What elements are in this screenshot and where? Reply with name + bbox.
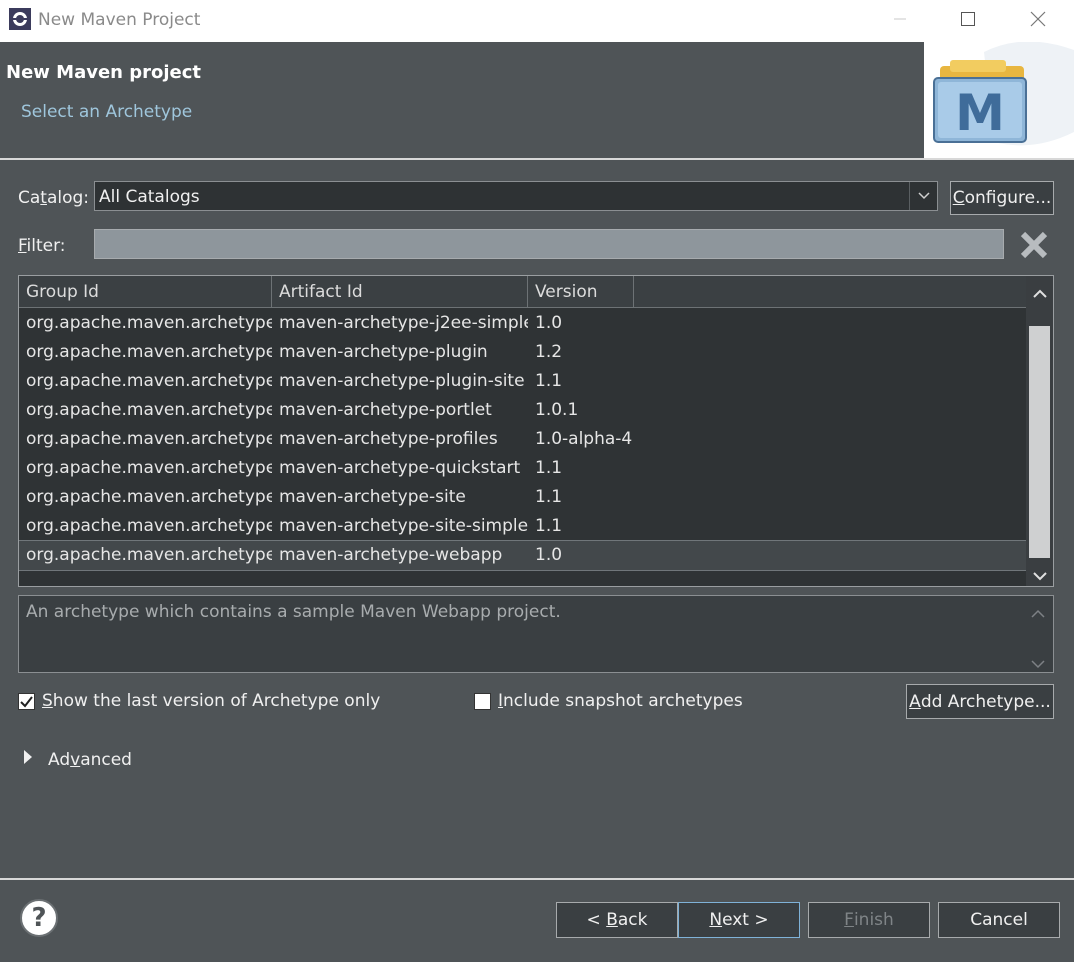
cell-group: org.apache.maven.archetypes (26, 516, 272, 536)
column-header-artifact-id[interactable]: Artifact Id (272, 276, 528, 307)
advanced-toggle[interactable]: Advanced (22, 748, 132, 771)
next-button[interactable]: Next > (678, 902, 800, 938)
snapshot-checkbox[interactable] (474, 692, 491, 710)
table-row[interactable]: org.apache.maven.archetypes maven-archety… (19, 338, 1026, 367)
scrollbar-thumb[interactable] (1029, 326, 1050, 558)
last-version-checkbox[interactable] (18, 692, 35, 710)
cancel-button[interactable]: Cancel (938, 902, 1060, 938)
minimize-icon (892, 11, 908, 32)
back-button[interactable]: < Back (556, 902, 678, 938)
cell-group: org.apache.maven.archetypes (26, 400, 272, 420)
window-title: New Maven Project (38, 10, 201, 30)
close-icon (1029, 10, 1047, 33)
column-header-version[interactable]: Version (528, 276, 634, 307)
cell-artifact: maven-archetype-portlet (279, 400, 492, 420)
chevron-down-icon[interactable] (909, 182, 937, 210)
scroll-down-icon[interactable] (1033, 566, 1047, 586)
scroll-up-icon[interactable] (1033, 284, 1047, 304)
cell-artifact: maven-archetype-quickstart (279, 458, 521, 478)
catalog-label: Catalog: (18, 188, 90, 208)
cell-version: 1.0.1 (535, 400, 579, 420)
cell-version: 1.2 (535, 342, 563, 362)
table-header: Group Id Artifact Id Version (19, 276, 1026, 308)
add-archetype-button[interactable]: Add Archetype... (906, 684, 1054, 719)
table-row[interactable]: org.apache.maven.archetypes maven-archety… (19, 309, 1026, 338)
cell-version: 1.0 (535, 313, 563, 333)
advanced-label: Advanced (48, 749, 132, 770)
minimize-button[interactable] (870, 0, 930, 42)
caret-right-icon (22, 748, 34, 771)
table-row[interactable]: org.apache.maven.archetypes maven-archety… (19, 454, 1026, 483)
close-window-button[interactable] (1008, 0, 1068, 42)
scroll-down-icon[interactable] (1031, 654, 1045, 674)
wizard-title: New Maven project (6, 62, 202, 83)
table-scrollbar[interactable] (1026, 276, 1053, 586)
cell-artifact: maven-archetype-j2ee-simple (279, 313, 528, 333)
banner-separator (0, 158, 1074, 160)
last-version-option[interactable]: Show the last version of Archetype only (18, 691, 380, 711)
table-row[interactable]: org.apache.maven.archetypes maven-archety… (19, 540, 1027, 571)
archetype-table[interactable]: Group Id Artifact Id Version org.apache.… (18, 275, 1054, 587)
cell-version: 1.1 (535, 516, 563, 536)
column-header-group-id[interactable]: Group Id (19, 276, 272, 307)
cell-version: 1.0 (535, 545, 563, 565)
filter-input[interactable] (94, 229, 1004, 259)
clear-filter-icon[interactable] (1018, 229, 1050, 261)
cell-artifact: maven-archetype-site-simple (279, 516, 528, 536)
cell-group: org.apache.maven.archetypes (26, 545, 272, 565)
table-row[interactable]: org.apache.maven.archetypes maven-archety… (19, 483, 1026, 512)
scroll-up-icon[interactable] (1031, 604, 1045, 624)
cell-version: 1.0-alpha-4 (535, 429, 633, 449)
table-row[interactable]: org.apache.maven.archetypes maven-archety… (19, 367, 1026, 396)
snapshot-label: Include snapshot archetypes (498, 691, 743, 711)
eclipse-app-icon (8, 7, 32, 31)
checkmark-icon (20, 695, 33, 708)
description-text: An archetype which contains a sample Mav… (26, 602, 561, 622)
catalog-select[interactable]: All Catalogs (94, 181, 938, 211)
cell-group: org.apache.maven.archetypes (26, 371, 272, 391)
cell-artifact: maven-archetype-plugin (279, 342, 488, 362)
cell-artifact: maven-archetype-webapp (279, 545, 503, 565)
maximize-button[interactable] (938, 0, 998, 42)
archetype-description: An archetype which contains a sample Mav… (18, 595, 1054, 673)
maximize-icon (960, 11, 976, 32)
filter-label: Filter: (18, 236, 66, 256)
cell-artifact: maven-archetype-plugin-site (279, 371, 525, 391)
help-icon[interactable]: ? (20, 899, 58, 937)
table-row[interactable]: org.apache.maven.archetypes maven-archety… (19, 512, 1026, 541)
cell-version: 1.1 (535, 487, 563, 507)
cell-version: 1.1 (535, 458, 563, 478)
finish-button: Finish (808, 902, 930, 938)
logo-letter: M (955, 84, 1005, 142)
cell-artifact: maven-archetype-profiles (279, 429, 498, 449)
catalog-selected-value: All Catalogs (99, 187, 200, 207)
wizard-subtitle: Select an Archetype (21, 102, 193, 122)
cell-version: 1.1 (535, 371, 563, 391)
table-row[interactable]: org.apache.maven.archetypes maven-archety… (19, 425, 1026, 454)
configure-button[interactable]: Configure... (950, 181, 1054, 215)
cell-group: org.apache.maven.archetypes (26, 429, 272, 449)
cell-group: org.apache.maven.archetypes (26, 342, 272, 362)
cell-group: org.apache.maven.archetypes (26, 487, 272, 507)
table-row[interactable]: org.apache.maven.archetypes maven-archety… (19, 396, 1026, 425)
footer-separator (0, 878, 1074, 880)
cell-artifact: maven-archetype-site (279, 487, 466, 507)
last-version-label: Show the last version of Archetype only (42, 691, 381, 711)
maven-logo: M (924, 41, 1074, 158)
cell-group: org.apache.maven.archetypes (26, 458, 272, 478)
cell-group: org.apache.maven.archetypes (26, 313, 272, 333)
wizard-banner (0, 42, 1074, 158)
snapshot-option[interactable]: Include snapshot archetypes (474, 691, 743, 711)
